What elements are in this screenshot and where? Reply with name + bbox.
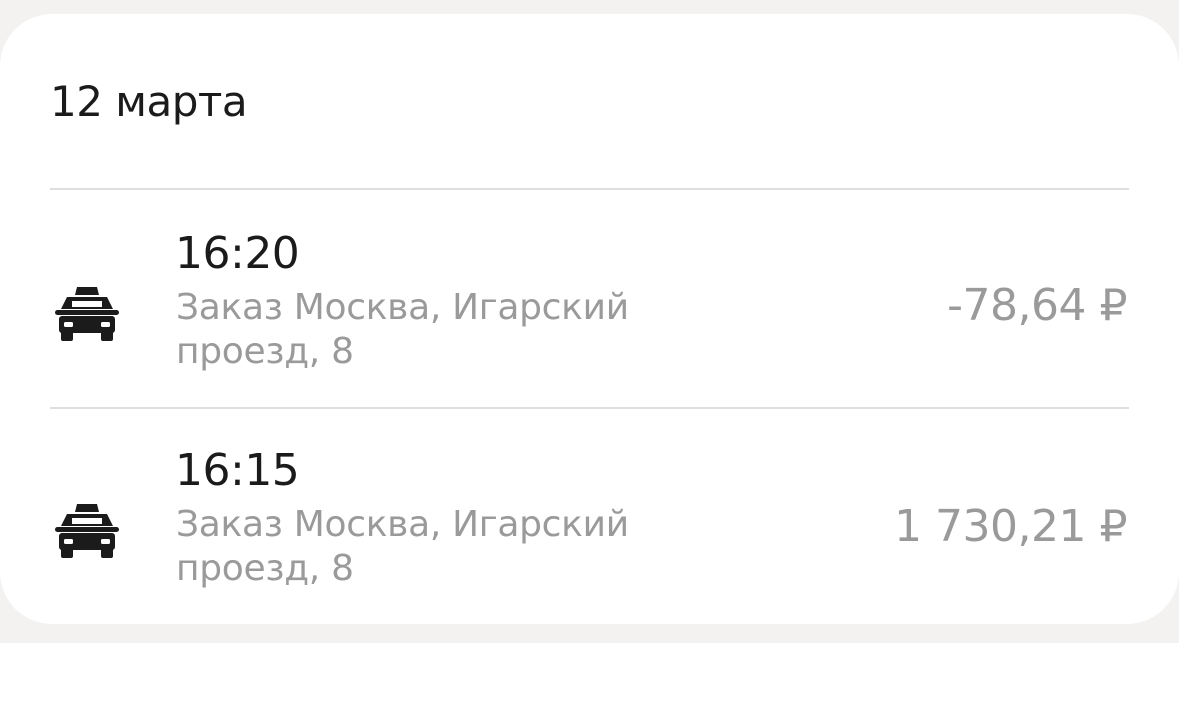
taxi-icon: [55, 504, 119, 558]
transaction-description: Заказ Москва, Игарский проезд, 8: [176, 504, 629, 589]
transaction-amount: -78,64 ₽: [947, 280, 1127, 331]
transaction-time: 16:20: [175, 228, 300, 279]
transaction-description: Заказ Москва, Игарский проезд, 8: [176, 287, 629, 372]
date-header: 12 марта: [50, 77, 248, 126]
transaction-amount: 1 730,21 ₽: [894, 501, 1127, 552]
transaction-row[interactable]: 16:20 Заказ Москва, Игарский проезд, 8 -…: [0, 190, 1179, 408]
transaction-row[interactable]: 16:15 Заказ Москва, Игарский проезд, 8 1…: [0, 409, 1179, 627]
transaction-time: 16:15: [175, 445, 300, 496]
taxi-icon: [55, 287, 119, 341]
transactions-card: 12 марта 16:20 Заказ Москва, Игарский пр…: [0, 14, 1179, 624]
